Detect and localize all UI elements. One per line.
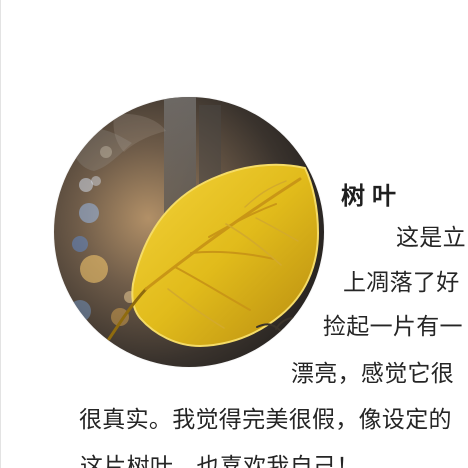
article-line-4: 漂亮，感觉它很	[291, 361, 455, 387]
article-title: 树叶	[341, 181, 403, 210]
leaf-photo-illustration	[54, 97, 324, 367]
document-page: 树叶 这是立 上凋落了好 捡起一片有一 漂亮，感觉它很 很真实。我觉得完美很假，…	[0, 0, 468, 468]
article-line-6: 这片树叶，也喜欢我自己！	[80, 454, 360, 468]
page-left-border	[0, 0, 1, 468]
article-line-5: 很真实。我觉得完美很假，像设定的	[79, 407, 452, 433]
leaf-photo	[54, 97, 324, 367]
article-line-3: 捡起一片有一	[323, 314, 463, 340]
article-line-2: 上凋落了好	[343, 270, 460, 296]
article-line-1: 这是立	[396, 225, 466, 251]
